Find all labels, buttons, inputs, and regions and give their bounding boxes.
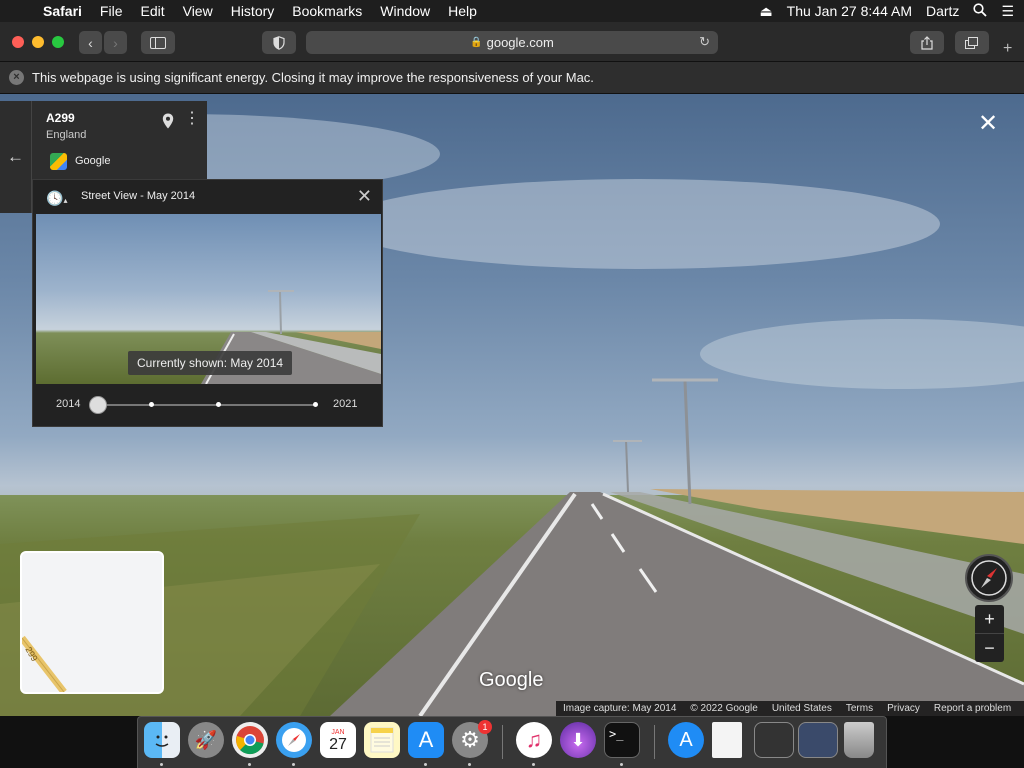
- place-region: England: [46, 129, 87, 141]
- menu-file[interactable]: File: [91, 3, 132, 19]
- address-bar[interactable]: 🔒 google.com ↻: [306, 31, 718, 54]
- terminal-icon[interactable]: >_: [604, 722, 640, 758]
- back-arrow-icon[interactable]: ←: [0, 101, 32, 213]
- dock-separator: [654, 725, 655, 759]
- more-options-icon[interactable]: ⋮: [184, 111, 200, 127]
- menu-edit[interactable]: Edit: [131, 3, 173, 19]
- timeline-slider-track[interactable]: [95, 404, 317, 406]
- timeline-slider-handle[interactable]: [89, 396, 107, 414]
- running-indicator: [248, 763, 251, 766]
- running-indicator: [424, 763, 427, 766]
- launchpad-icon[interactable]: 🚀: [188, 722, 224, 758]
- google-maps-icon: [50, 153, 67, 170]
- dock-separator: [502, 725, 503, 759]
- timeline-preview-image[interactable]: Currently shown: May 2014: [36, 214, 381, 384]
- exit-street-view-icon[interactable]: ✕: [978, 112, 998, 136]
- map-pin-icon[interactable]: [162, 113, 174, 132]
- app-store-downloads-icon[interactable]: A: [668, 722, 704, 758]
- notification-center-icon[interactable]: ☰: [1001, 3, 1014, 20]
- menu-app-name[interactable]: Safari: [34, 3, 91, 19]
- zoom-in-button[interactable]: +: [975, 605, 1004, 633]
- compass-button[interactable]: [965, 554, 1013, 602]
- menu-view[interactable]: View: [174, 3, 222, 19]
- document-icon[interactable]: [712, 722, 742, 758]
- banner-close-icon[interactable]: ×: [9, 70, 24, 85]
- timeline-end-year: 2021: [333, 398, 358, 410]
- calendar-day: 27: [329, 735, 347, 753]
- place-title: A299: [46, 111, 75, 125]
- sidebar-toggle-button[interactable]: [141, 31, 175, 54]
- running-indicator: [620, 763, 623, 766]
- privacy-report-button[interactable]: [262, 31, 296, 54]
- share-icon: [921, 35, 933, 50]
- compass-icon: [971, 560, 1007, 596]
- zoom-out-button[interactable]: −: [975, 634, 1004, 662]
- window-minimize-button[interactable]: [32, 36, 44, 48]
- map-footer: Image capture: May 2014 © 2022 Google Un…: [556, 701, 1024, 716]
- address-bar-url: google.com: [486, 35, 554, 50]
- tabs-icon: [965, 36, 978, 49]
- menu-bar: Safari File Edit View History Bookmarks …: [0, 0, 1024, 22]
- lock-icon: 🔒: [470, 37, 483, 48]
- installer-icon[interactable]: ⬇: [560, 722, 596, 758]
- screen-recording-thumbnail-icon[interactable]: [798, 722, 838, 758]
- running-indicator: [532, 763, 535, 766]
- running-indicator: [292, 763, 295, 766]
- menu-bookmarks[interactable]: Bookmarks: [283, 3, 371, 19]
- eject-icon[interactable]: ⏏: [759, 3, 772, 20]
- image-capture-date: Image capture: May 2014: [563, 703, 677, 714]
- timeline-tick[interactable]: [313, 402, 318, 407]
- menu-history[interactable]: History: [222, 3, 284, 19]
- safari-toolbar: ‹ › 🔒 google.com ↻ +: [0, 22, 1024, 62]
- timeline-tooltip: Currently shown: May 2014: [128, 351, 293, 375]
- energy-warning-text: This webpage is using significant energy…: [32, 70, 594, 85]
- chrome-icon[interactable]: [232, 722, 268, 758]
- menu-window[interactable]: Window: [371, 3, 439, 19]
- google-logo: Google: [479, 669, 544, 691]
- mini-map[interactable]: 299: [20, 551, 164, 694]
- timeline-tick[interactable]: [216, 402, 221, 407]
- menubar-clock[interactable]: Thu Jan 27 8:44 AM: [787, 3, 912, 19]
- sidebar-icon: [150, 36, 166, 49]
- timeline-start-year: 2014: [56, 398, 81, 410]
- dock: 🚀 JAN 27 A ⚙ 1 ♫ ⬇ >_ A: [137, 716, 887, 768]
- provider-label: Google: [75, 155, 111, 167]
- trash-icon[interactable]: [844, 722, 874, 758]
- minimap-road: [22, 635, 67, 692]
- finder-icon[interactable]: [144, 722, 180, 758]
- safari-icon[interactable]: [276, 722, 312, 758]
- history-clock-icon[interactable]: 🕓▴: [46, 190, 67, 207]
- notes-icon[interactable]: [364, 722, 400, 758]
- terms-link[interactable]: Terms: [839, 703, 880, 714]
- zoom-controls: + −: [975, 605, 1004, 662]
- spotlight-search-icon[interactable]: [973, 2, 988, 20]
- window-close-button[interactable]: [12, 36, 24, 48]
- running-indicator: [160, 763, 163, 766]
- window-zoom-button[interactable]: [52, 36, 64, 48]
- share-button[interactable]: [910, 31, 944, 54]
- timeline-title: Street View - May 2014: [81, 190, 196, 202]
- menubar-user[interactable]: Dartz: [926, 3, 959, 19]
- running-indicator: [468, 763, 471, 766]
- privacy-link[interactable]: Privacy: [880, 703, 927, 714]
- forward-button[interactable]: ›: [104, 31, 127, 54]
- country-link[interactable]: United States: [765, 703, 839, 714]
- tab-overview-button[interactable]: [955, 31, 989, 54]
- copyright-text: © 2022 Google: [690, 703, 758, 714]
- music-icon[interactable]: ♫: [516, 722, 552, 758]
- timeline-close-icon[interactable]: ✕: [357, 186, 372, 207]
- menu-help[interactable]: Help: [439, 3, 486, 19]
- timeline-tick[interactable]: [149, 402, 154, 407]
- shield-icon: [273, 35, 285, 50]
- screenshot-thumbnail-icon[interactable]: [754, 722, 794, 758]
- new-tab-icon[interactable]: +: [1003, 40, 1012, 58]
- energy-warning-banner: × This webpage is using significant ener…: [0, 62, 1024, 94]
- street-view-timeline-panel: 🕓▴ Street View - May 2014 ✕ Currently sh…: [32, 179, 383, 427]
- report-problem-link[interactable]: Report a problem: [927, 703, 1018, 714]
- calendar-icon[interactable]: JAN 27: [320, 722, 356, 758]
- reload-icon[interactable]: ↻: [699, 34, 710, 50]
- app-store-icon[interactable]: A: [408, 722, 444, 758]
- back-button[interactable]: ‹: [79, 31, 102, 54]
- notification-badge: 1: [478, 720, 492, 734]
